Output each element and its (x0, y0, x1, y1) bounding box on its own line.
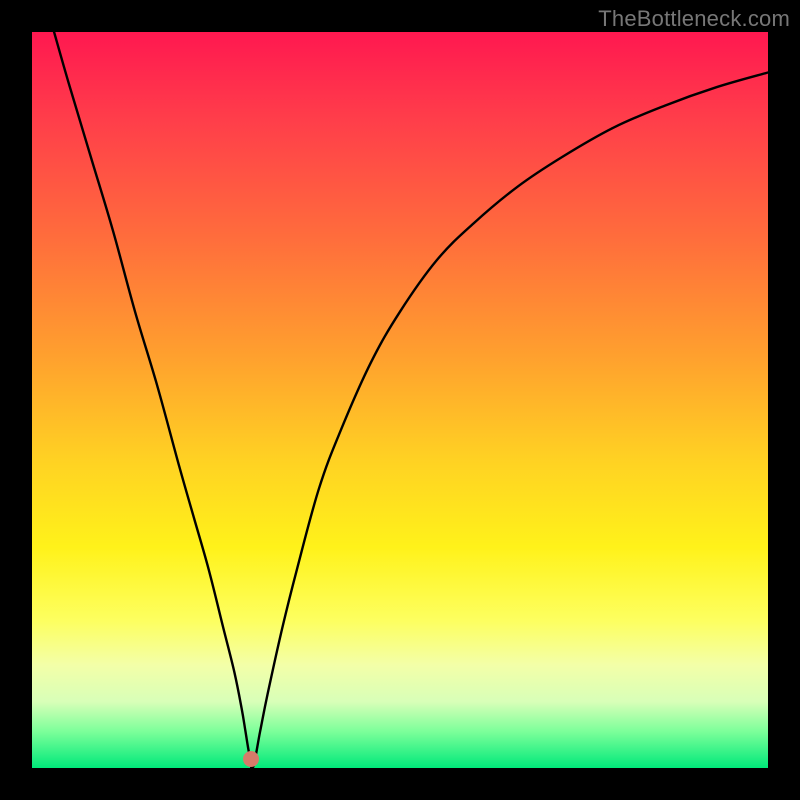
optimum-marker (243, 751, 259, 767)
bottleneck-curve (32, 32, 768, 768)
watermark-text: TheBottleneck.com (598, 6, 790, 32)
chart-frame: TheBottleneck.com (0, 0, 800, 800)
plot-area (32, 32, 768, 768)
